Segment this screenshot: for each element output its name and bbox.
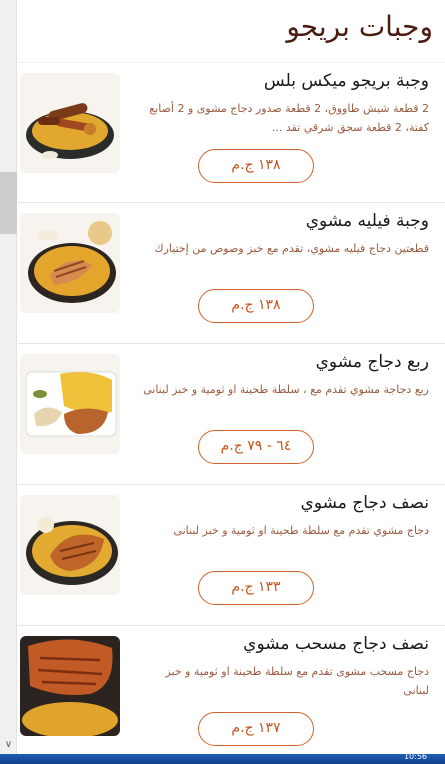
quarter-chicken-plate-icon: [25, 371, 117, 437]
meal-card[interactable]: وجبة فيليه مشوي قطعتين دجاج فيليه مشوي، …: [18, 203, 445, 344]
price-button[interactable]: ١٣٣ ج.م: [198, 571, 314, 605]
page-title: وجبات بريجو: [286, 10, 433, 43]
butterfly-chicken-plate-icon: [20, 636, 120, 736]
menu-list: وجبات بريجو وجبة بريجو ميكس بلس 2 قطعة ش…: [18, 0, 445, 754]
grilled-fillet-rice-icon: [28, 221, 116, 303]
scrollbar-thumb[interactable]: [0, 172, 17, 234]
price-button[interactable]: ١٣٨ ج.م: [198, 289, 314, 323]
mixed-grill-platter-icon: [26, 103, 114, 159]
meal-description: 2 قطعة شيش طاووق، 2 قطعة صدور دجاج مشوى …: [149, 102, 429, 134]
meal-image[interactable]: [20, 73, 120, 173]
meal-name: نصف دجاج مشوي: [300, 493, 429, 513]
meal-image[interactable]: [20, 213, 120, 313]
meal-name: وجبة فيليه مشوي: [305, 211, 429, 231]
meal-card[interactable]: نصف دجاج مسحب مشوي دجاج مسحب مشوى تقدم م…: [18, 626, 445, 754]
meal-card[interactable]: ربع دجاج مشوي ربع دجاجة مشوي تقدم مع ، س…: [18, 344, 445, 485]
meal-name: ربع دجاج مشوي: [315, 352, 429, 372]
meal-name: نصف دجاج مسحب مشوي: [243, 634, 429, 654]
meal-description: دجاج مسحب مشوى تقدم مع سلطة طحينة او ثوم…: [165, 665, 429, 697]
taskbar-clock: 10:56: [403, 752, 427, 761]
half-chicken-plate-icon: [26, 517, 118, 585]
meal-card[interactable]: وجبة بريجو ميكس بلس 2 قطعة شيش طاووق، 2 …: [18, 62, 445, 203]
meal-image[interactable]: [20, 495, 120, 595]
vertical-scrollbar[interactable]: ∨: [0, 0, 17, 754]
price-button[interactable]: ٦٤ - ٧٩ ج.م: [198, 430, 314, 464]
meal-card[interactable]: نصف دجاج مشوي دجاج مشوي تقدم مع سلطة طحي…: [18, 485, 445, 626]
meal-description: دجاج مشوي تقدم مع سلطة طحينة او ثومية و …: [173, 524, 429, 537]
scroll-down-arrow-icon[interactable]: ∨: [0, 738, 17, 752]
meal-image[interactable]: [20, 354, 120, 454]
price-button[interactable]: ١٣٨ ج.م: [198, 149, 314, 183]
meal-description: ربع دجاجة مشوي تقدم مع ، سلطة طحينة او ث…: [143, 383, 429, 396]
price-button[interactable]: ١٣٧ ج.م: [198, 712, 314, 746]
meal-name: وجبة بريجو ميكس بلس: [263, 71, 429, 91]
meal-image[interactable]: [20, 636, 120, 736]
taskbar: 10:56: [0, 752, 445, 764]
meal-description: قطعتين دجاج فيليه مشوي، تقدم مع خبز وصوص…: [154, 242, 429, 255]
